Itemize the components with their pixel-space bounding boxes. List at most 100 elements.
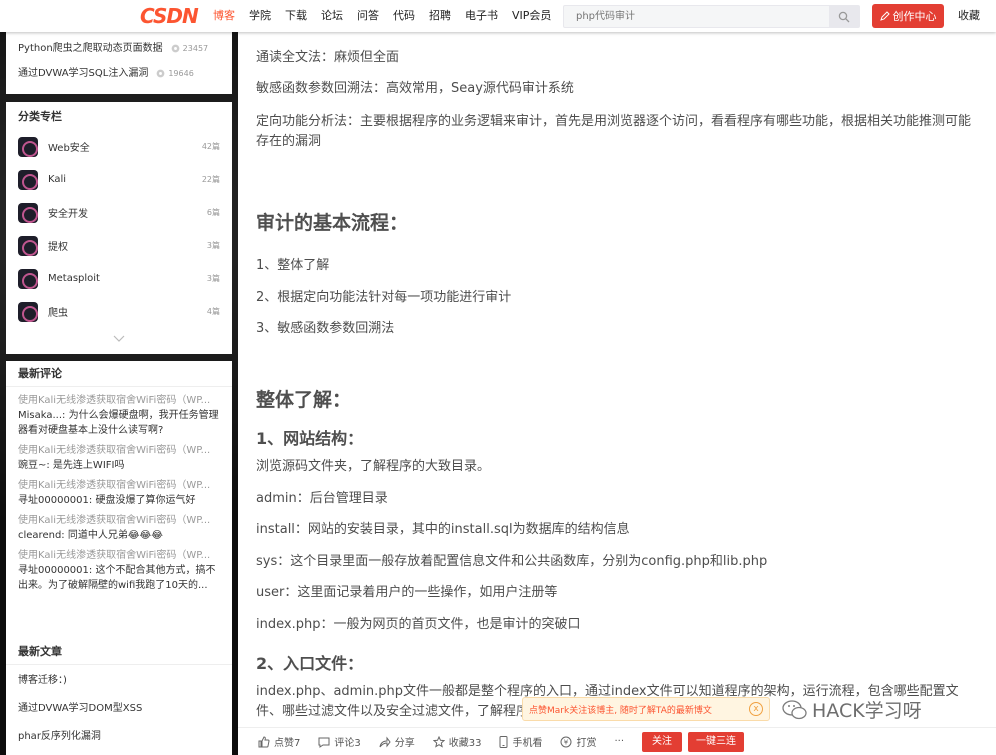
view-count: 23457 bbox=[171, 36, 208, 61]
nav-link-code[interactable]: 代码 bbox=[393, 0, 415, 32]
like-count: 点赞7 bbox=[274, 738, 301, 749]
comment-count: 评论3 bbox=[334, 738, 361, 749]
category-item[interactable]: Metasploit 3篇 bbox=[6, 262, 232, 295]
category-count: 3篇 bbox=[206, 241, 220, 250]
close-icon[interactable]: x bbox=[749, 702, 763, 716]
recent-articles-title: 最新文章 bbox=[6, 639, 232, 665]
watermark-text: HACK学习呀 bbox=[812, 700, 922, 722]
comment-source-link[interactable]: 使用Kali无线渗透获取宿舍WiFi密码（WP... bbox=[18, 478, 220, 493]
hot-article-title: Python爬虫之爬取动态页面数据 bbox=[18, 43, 163, 54]
nav-link-vip[interactable]: VIP会员 bbox=[512, 0, 551, 32]
search-box bbox=[563, 5, 860, 28]
categories-card: 分类专栏 Web安全 42篇 Kali 22篇 安全开发 6篇 提权 3篇 Me… bbox=[6, 102, 232, 354]
paragraph: 敏感函数参数回溯法：高效常用，Seay源代码审计系统 bbox=[256, 81, 574, 96]
comment-source-link[interactable]: 使用Kali无线渗透获取宿舍WiFi密码（WP... bbox=[18, 443, 220, 458]
category-name: 提权 bbox=[48, 242, 68, 253]
category-count: 22篇 bbox=[201, 175, 220, 184]
comment-item[interactable]: 使用Kali无线渗透获取宿舍WiFi密码（WP... 豌豆~: 是先连上WIFI… bbox=[6, 440, 232, 475]
paragraph: sys：这个目录里面一般存放着配置信息文件和公共函数库，分别为config.ph… bbox=[256, 554, 768, 569]
reward-label: 打赏 bbox=[576, 738, 597, 749]
csdn-logo[interactable]: CSDN bbox=[140, 6, 199, 26]
follow-tip-text: 点赞Mark关注该博主, 随时了解TA的最新博文 bbox=[529, 705, 712, 716]
comment-text: clearend: 同道中人兄弟😂😂😂 bbox=[18, 530, 163, 541]
sub-heading: 2、入口文件： bbox=[256, 654, 364, 673]
creator-center-button[interactable]: 创作中心 bbox=[872, 4, 944, 28]
eye-icon bbox=[156, 69, 165, 78]
chevron-down-icon bbox=[113, 335, 125, 342]
recent-article-link[interactable]: 博客迁移：) bbox=[6, 667, 232, 695]
nav-link-ebook[interactable]: 电子书 bbox=[465, 0, 498, 32]
hot-article-item[interactable]: Python爬虫之爬取动态页面数据 23457 bbox=[6, 36, 232, 61]
category-item[interactable]: 提权 3篇 bbox=[6, 229, 232, 262]
collect-button[interactable]: 收藏33 bbox=[432, 734, 482, 749]
section-heading: 整体了解： bbox=[256, 389, 352, 411]
nav-link-jobs[interactable]: 招聘 bbox=[429, 0, 451, 32]
list-item: 2、根据定向功能法针对每一项功能进行审计 bbox=[256, 290, 512, 305]
category-name: Metasploit bbox=[48, 273, 100, 284]
nav-link-download[interactable]: 下载 bbox=[285, 0, 307, 32]
hot-article-item[interactable]: 通过DVWA学习SQL注入漏洞 19646 bbox=[6, 61, 232, 86]
share-button[interactable]: 分享 bbox=[379, 734, 415, 749]
expand-categories-button[interactable] bbox=[6, 328, 232, 348]
collect-count: 收藏33 bbox=[448, 738, 482, 749]
category-name: 安全开发 bbox=[48, 209, 88, 220]
recent-article-link[interactable]: 通过DVWA学习DOM型XSS bbox=[6, 695, 232, 723]
comment-source-link[interactable]: 使用Kali无线渗透获取宿舍WiFi密码（WP... bbox=[18, 393, 220, 408]
reward-icon: ¥ bbox=[560, 736, 572, 747]
category-count: 42篇 bbox=[201, 142, 220, 151]
sub-heading: 1、网站结构： bbox=[256, 429, 364, 448]
category-thumbnail bbox=[18, 136, 38, 157]
search-input[interactable] bbox=[564, 6, 824, 27]
nav-link-forum[interactable]: 论坛 bbox=[321, 0, 343, 32]
share-icon bbox=[379, 736, 391, 747]
category-item[interactable]: 爬虫 4篇 bbox=[6, 295, 232, 328]
top-navbar: CSDN 博客 学院 下载 论坛 问答 代码 招聘 电子书 VIP会员 创作中心… bbox=[0, 0, 996, 32]
reward-button[interactable]: ¥ 打赏 bbox=[560, 734, 596, 749]
comment-icon bbox=[318, 737, 330, 748]
comment-source-link[interactable]: 使用Kali无线渗透获取宿舍WiFi密码（WP... bbox=[18, 513, 220, 528]
view-count: 19646 bbox=[156, 61, 194, 86]
category-item[interactable]: 安全开发 6篇 bbox=[6, 196, 232, 229]
category-thumbnail bbox=[18, 202, 38, 223]
follow-tip-popup: 点赞Mark关注该博主, 随时了解TA的最新博文 x bbox=[522, 697, 770, 721]
category-thumbnail bbox=[18, 301, 38, 322]
category-item[interactable]: Web安全 42篇 bbox=[6, 130, 232, 163]
follow-button[interactable]: 关注 bbox=[642, 731, 683, 752]
paragraph: 浏览源码文件夹，了解程序的大致目录。 bbox=[256, 459, 491, 474]
mobile-view-button[interactable]: 手机看 bbox=[499, 734, 542, 749]
nav-link-academy[interactable]: 学院 bbox=[249, 0, 271, 32]
recent-articles-card: 最新文章 博客迁移：) 通过DVWA学习DOM型XSS phar反序列化漏洞 bbox=[6, 639, 232, 755]
nav-link-blog[interactable]: 博客 bbox=[213, 0, 235, 32]
category-item[interactable]: Kali 22篇 bbox=[6, 163, 232, 196]
comment-source-link[interactable]: 使用Kali无线渗透获取宿舍WiFi密码（WP... bbox=[18, 548, 220, 563]
list-item: 1、整体了解 bbox=[256, 258, 330, 273]
comment-item[interactable]: 使用Kali无线渗透获取宿舍WiFi密码（WP... clearend: 同道中… bbox=[6, 510, 232, 545]
hot-article-title: 通过DVWA学习SQL注入漏洞 bbox=[18, 68, 149, 79]
phone-icon bbox=[499, 735, 508, 748]
hot-articles-card: Python爬虫之爬取动态页面数据 23457 通过DVWA学习SQL注入漏洞 … bbox=[6, 32, 232, 94]
recent-article-link[interactable]: phar反序列化漏洞 bbox=[6, 723, 232, 751]
comment-text: 豌豆~: 是先连上WIFI吗 bbox=[18, 460, 125, 471]
search-button[interactable] bbox=[829, 6, 859, 27]
category-count: 3篇 bbox=[206, 274, 220, 283]
recent-comments-title: 最新评论 bbox=[6, 361, 232, 387]
comment-button[interactable]: 评论3 bbox=[318, 734, 361, 749]
svg-text:¥: ¥ bbox=[564, 738, 569, 746]
more-button[interactable]: ··· bbox=[614, 736, 624, 747]
comment-item[interactable]: 使用Kali无线渗透获取宿舍WiFi密码（WP... 寻址00000001: 硬… bbox=[6, 475, 232, 510]
share-label: 分享 bbox=[394, 738, 415, 749]
article-content: 通读全文法：麻烦但全面 敏感函数参数回溯法：高效常用，Seay源代码审计系统 定… bbox=[238, 32, 996, 755]
comment-text: Misaka...: 为什么会爆硬盘啊，我开任务管理器看对硬盘基本上没什么读写啊… bbox=[18, 410, 219, 436]
categories-title: 分类专栏 bbox=[18, 110, 62, 123]
paragraph: admin：后台管理目录 bbox=[256, 491, 388, 506]
paragraph: install：网站的安装目录，其中的install.sql为数据库的结构信息 bbox=[256, 522, 630, 537]
like-button[interactable]: 点赞7 bbox=[258, 734, 300, 749]
comment-item[interactable]: 使用Kali无线渗透获取宿舍WiFi密码（WP... 寻址00000001: 这… bbox=[6, 545, 232, 595]
triple-action-button[interactable]: 一键三连 bbox=[688, 731, 745, 752]
comment-item[interactable]: 使用Kali无线渗透获取宿舍WiFi密码（WP... Misaka...: 为什… bbox=[6, 387, 232, 440]
favorites-link[interactable]: 收藏 bbox=[958, 0, 980, 32]
nav-link-qa[interactable]: 问答 bbox=[357, 0, 379, 32]
eye-icon bbox=[171, 44, 180, 53]
category-thumbnail bbox=[18, 268, 38, 289]
comment-text: 寻址00000001: 这个不配合其他方式，搞不出来。为了破解隔壁的wifi我跑… bbox=[18, 565, 216, 591]
